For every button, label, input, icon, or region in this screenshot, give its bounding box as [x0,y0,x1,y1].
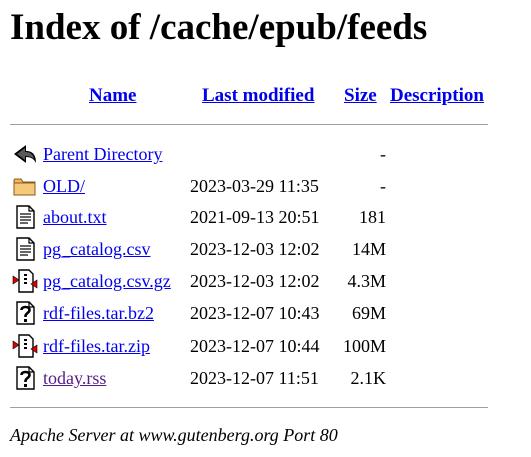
table-row: about.txt 2021-09-13 20:51 181 [0,204,531,230]
size-cell: 4.3M [347,271,386,291]
back-arrow-icon[interactable] [12,141,38,167]
last-modified-cell: 2023-12-03 12:02 [190,271,320,291]
table-row: rdf-files.tar.zip 2023-12-07 10:44 100M [0,333,531,359]
last-modified-cell: 2023-12-03 12:02 [190,239,320,259]
file-link[interactable]: rdf-files.tar.bz2 [43,303,154,323]
server-signature: Apache Server at www.gutenberg.org Port … [10,425,338,445]
sort-by-last-modified-link[interactable]: Last modified [202,86,314,106]
file-link[interactable]: pg_catalog.csv.gz [43,271,171,291]
unknown-file-icon[interactable] [12,300,38,326]
size-cell: 2.1K [350,368,387,388]
sort-by-size-link[interactable]: Size [344,86,377,106]
last-modified-cell: 2023-12-07 11:51 [190,368,319,388]
sort-by-name-link[interactable]: Name [89,86,136,106]
parent-directory-link[interactable]: Parent Directory [43,144,162,164]
file-link[interactable]: OLD/ [43,176,85,196]
page-title: Index of /cache/epub/feeds [10,7,428,48]
footer-divider [10,407,488,408]
size-cell: - [380,176,386,196]
folder-icon[interactable] [12,173,38,199]
table-row: pg_catalog.csv 2023-12-03 12:02 14M [0,236,531,262]
table-row: today.rss 2023-12-07 11:51 2.1K [0,365,531,391]
compressed-file-icon[interactable] [12,268,38,294]
compressed-file-icon[interactable] [12,333,38,359]
table-row: rdf-files.tar.bz2 2023-12-07 10:43 69M [0,300,531,326]
size-cell: 100M [342,336,386,356]
file-link[interactable]: pg_catalog.csv [43,239,150,259]
file-link[interactable]: about.txt [43,207,107,227]
last-modified-cell: 2023-12-07 10:44 [190,336,320,356]
size-cell: - [380,144,386,164]
last-modified-cell: 2023-03-29 11:35 [190,176,319,196]
text-file-icon[interactable] [12,204,38,230]
table-row: OLD/2023-03-29 11:35 - [0,173,531,199]
header-divider [10,124,488,125]
last-modified-cell: 2021-09-13 20:51 [190,207,320,227]
table-row: pg_catalog.csv.gz 2023-12-03 12:02 4.3M [0,268,531,294]
file-link[interactable]: today.rss [43,368,106,388]
text-file-icon[interactable] [12,236,38,262]
parent-directory-row: Parent Directory - [0,141,531,167]
size-cell: 69M [351,303,386,323]
size-cell: 14M [351,239,386,259]
file-link[interactable]: rdf-files.tar.zip [43,336,150,356]
size-cell: 181 [359,207,386,227]
unknown-file-icon[interactable] [12,365,38,391]
sort-by-description-link[interactable]: Description [390,86,484,106]
last-modified-cell: 2023-12-07 10:43 [190,303,320,323]
